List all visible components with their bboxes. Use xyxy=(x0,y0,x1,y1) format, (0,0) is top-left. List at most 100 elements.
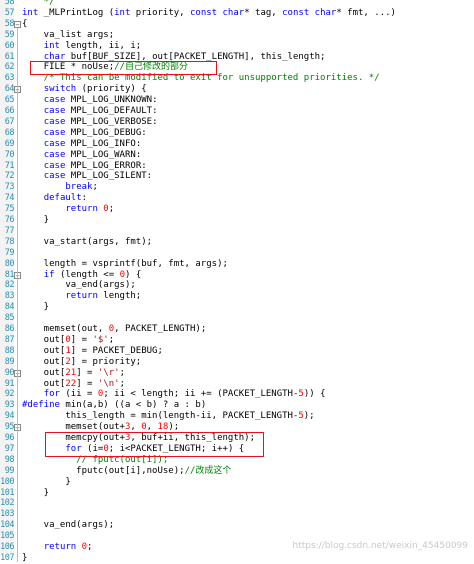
code-line[interactable]: out[22] = '\n'; xyxy=(22,379,125,390)
number-token: 18 xyxy=(157,422,169,433)
code-line[interactable]: case MPL_LOG_INFO: xyxy=(22,138,142,150)
code-line[interactable]: int length, ii, i; xyxy=(22,41,142,52)
code-line[interactable]: case MPL_LOG_SILENT: xyxy=(22,171,152,182)
line-number: 68 xyxy=(4,127,14,138)
code-line[interactable]: return length; xyxy=(22,291,141,302)
code-line[interactable]: for (ii = 0; ii < length; ii += (PACKET_… xyxy=(22,389,326,400)
code-token: } xyxy=(22,487,50,498)
line-number: 62 xyxy=(4,62,14,73)
line-number: 94 xyxy=(4,411,14,422)
code-line[interactable]: out[0] = '$'; xyxy=(22,335,114,346)
preprocessor-token: #define xyxy=(22,400,60,411)
keyword-token: if xyxy=(43,269,55,280)
code-line[interactable]: out[2] = priority; xyxy=(22,357,142,368)
code-line[interactable]: va_end(args); xyxy=(22,520,114,531)
highlight-box-noUse-declaration xyxy=(30,61,217,76)
line-number: 83 xyxy=(4,291,14,302)
code-line[interactable]: va_list args; xyxy=(22,30,114,41)
code-line[interactable]: return 0; xyxy=(22,542,93,553)
line-number: 67 xyxy=(4,116,14,127)
code-token: va_end(args); xyxy=(22,520,115,531)
code-token: memset(out+ xyxy=(22,422,125,433)
code-token: MPL_LOG_UNKNOWN: xyxy=(65,95,158,106)
code-line[interactable]: case MPL_LOG_DEBUG: xyxy=(22,128,147,139)
code-token: this_length = min(length-ii, PACKET_LENG… xyxy=(22,411,299,422)
code-token: MPL_LOG_WARN: xyxy=(65,149,142,160)
fold-toggle-icon[interactable]: − xyxy=(14,20,21,28)
keyword-token: case xyxy=(43,160,66,171)
code-token: priority, xyxy=(130,7,190,18)
code-line[interactable]: case MPL_LOG_WARN: xyxy=(22,149,142,161)
code-token: ] = xyxy=(70,334,93,345)
code-token: * fmt, ...) xyxy=(336,7,396,18)
code-line[interactable]: va_end(args); xyxy=(22,280,135,291)
code-line[interactable]: out[1] = PACKET_DEBUG; xyxy=(22,346,163,357)
code-line[interactable]: case MPL_LOG_VERBOSE: xyxy=(22,117,158,128)
code-line[interactable]: this_length = min(length-ii, PACKET_LENG… xyxy=(22,411,314,422)
code-token: out[ xyxy=(22,367,66,378)
keyword-token: int xyxy=(22,7,39,18)
code-line[interactable]: { xyxy=(22,19,27,30)
code-line[interactable]: case MPL_LOG_UNKNOWN: xyxy=(22,95,158,106)
code-line[interactable]: return 0; xyxy=(22,204,114,215)
string-token: '\r' xyxy=(97,367,120,378)
line-number: 60 xyxy=(4,40,14,51)
code-line[interactable]: if (length <= 0) { xyxy=(22,269,142,281)
code-token: ; xyxy=(92,182,98,193)
code-line[interactable]: } xyxy=(22,488,49,499)
line-number: 95 xyxy=(4,422,14,433)
line-number: 69 xyxy=(4,138,14,149)
code-editor[interactable]: 58 57 58 59 60 61 62 63 64 65 66 67 68 69 70 71 72 73 74 75… xyxy=(0,0,474,563)
code-line[interactable]: break; xyxy=(22,182,98,193)
code-line[interactable]: out[21] = '\r'; xyxy=(22,368,125,379)
line-number: 88 xyxy=(4,345,14,356)
code-token: va_list args; xyxy=(22,29,115,40)
code-token: ) { xyxy=(124,269,142,280)
line-number: 81 xyxy=(4,269,14,280)
code-token: } xyxy=(22,476,71,487)
line-number: 58 xyxy=(4,0,14,7)
keyword-token: case xyxy=(43,127,66,138)
code-token: (length <= xyxy=(54,269,120,280)
code-line[interactable]: } xyxy=(22,476,71,488)
code-line[interactable]: int _MLPrintLog (int priority, const cha… xyxy=(22,8,396,19)
line-number: 77 xyxy=(4,225,14,236)
code-line[interactable]: } xyxy=(22,553,27,564)
code-token: (ii = xyxy=(59,389,98,400)
code-line[interactable]: case MPL_LOG_DEFAULT: xyxy=(22,106,158,117)
code-token: ; xyxy=(119,378,125,389)
number-token: 22 xyxy=(65,378,77,389)
code-token: )) { xyxy=(303,389,326,400)
code-token: ; ii < length; ii += (PACKET_LENGTH- xyxy=(103,389,299,400)
line-number: 104 xyxy=(0,520,14,531)
code-line[interactable]: memset(out, 0, PACKET_LENGTH); xyxy=(22,324,207,335)
line-number: 89 xyxy=(4,356,14,367)
line-number: 58 xyxy=(4,18,14,29)
code-line[interactable]: */ xyxy=(22,0,55,8)
code-line[interactable]: va_start(args, fmt); xyxy=(22,237,152,248)
line-number: 98 xyxy=(4,454,14,465)
code-token: MPL_LOG_INFO: xyxy=(65,138,142,149)
code-line[interactable]: #define min(a,b) ((a < b) ? a : b) xyxy=(22,400,206,411)
code-line[interactable]: } xyxy=(22,302,49,313)
line-number: 64 xyxy=(4,84,14,95)
code-token: ] = xyxy=(76,378,98,389)
code-token: } xyxy=(22,302,50,313)
line-number: 82 xyxy=(4,280,14,291)
line-number: 61 xyxy=(4,51,14,62)
code-line[interactable]: switch (priority) { xyxy=(22,84,147,95)
keyword-token: char xyxy=(314,7,337,18)
code-token: ; xyxy=(108,334,115,345)
code-line[interactable]: default: xyxy=(22,193,87,204)
code-line[interactable]: } xyxy=(22,215,49,226)
code-line[interactable]: fputc(out[i],noUse);//改成这个 xyxy=(22,466,231,477)
code-line[interactable]: case MPL_LOG_ERROR: xyxy=(22,161,147,172)
code-line[interactable]: length = vsprintf(buf, fmt, args); xyxy=(22,259,228,270)
code-token: length; xyxy=(97,291,142,302)
